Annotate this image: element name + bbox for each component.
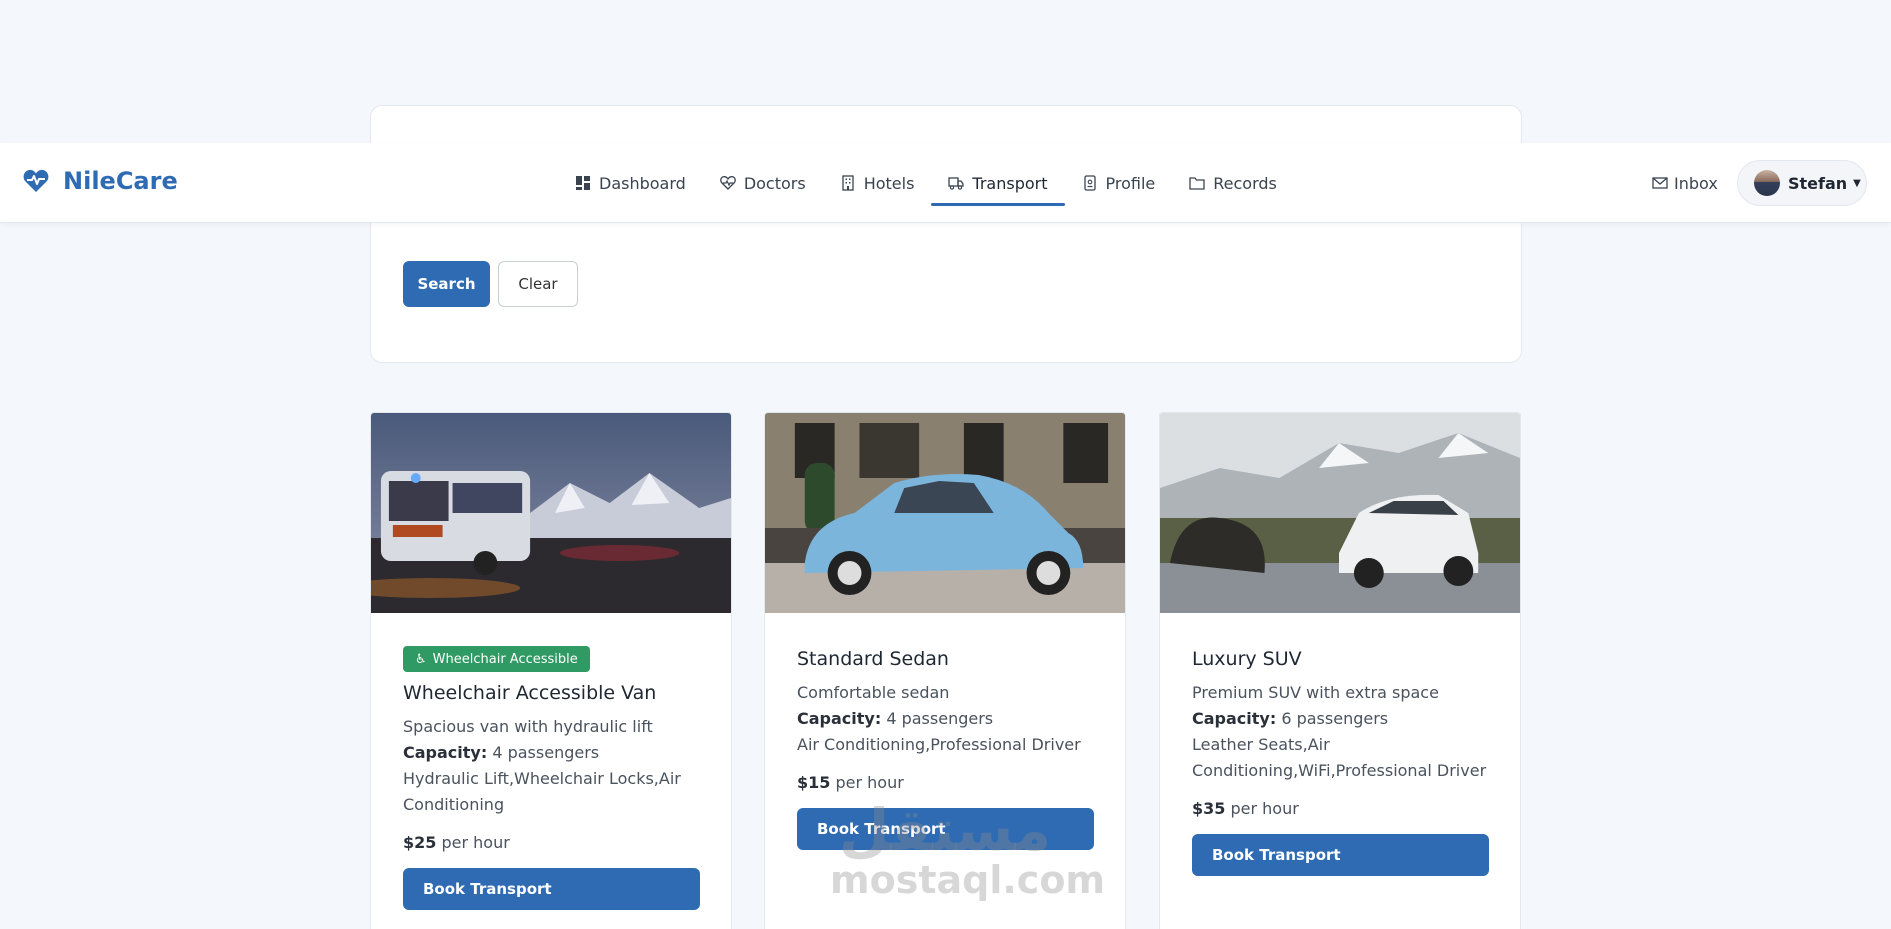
- vehicle-title: Standard Sedan: [797, 648, 949, 670]
- vehicle-image: [765, 413, 1125, 613]
- nav-item-records[interactable]: Records: [1172, 143, 1294, 223]
- card-body: ♿ Wheelchair Accessible Wheelchair Acces…: [403, 646, 700, 910]
- caret-down-icon: ▼: [1853, 177, 1861, 189]
- envelope-icon: [1652, 177, 1668, 189]
- navbar: NileCare Dashboard Doctors Hotels Transp…: [0, 143, 1891, 223]
- price-value: $25: [403, 833, 437, 852]
- vehicle-image: [1160, 413, 1520, 613]
- capacity-value: 4 passengers: [492, 743, 600, 762]
- vehicle-title: Luxury SUV: [1192, 648, 1302, 670]
- heart-pulse-icon: [719, 176, 736, 190]
- vehicle-features: Hydraulic Lift,Wheelchair Locks,Air Cond…: [403, 769, 681, 814]
- wheelchair-badge: ♿ Wheelchair Accessible: [403, 646, 590, 672]
- price-value: $35: [1192, 799, 1226, 818]
- dashboard-icon: [576, 176, 590, 190]
- capacity-label: Capacity:: [1192, 709, 1277, 728]
- capacity-label: Capacity:: [797, 709, 882, 728]
- vehicle-capacity: Capacity: 4 passengers: [403, 740, 699, 766]
- brand-logo[interactable]: NileCare: [23, 167, 178, 195]
- id-badge-icon: [1083, 175, 1096, 191]
- wheelchair-icon: ♿: [415, 651, 427, 667]
- nav-label: Transport: [972, 173, 1048, 193]
- user-menu[interactable]: Stefan ▼: [1737, 160, 1867, 206]
- book-transport-button[interactable]: Book Transport: [403, 868, 700, 910]
- search-button[interactable]: Search: [403, 261, 490, 307]
- nav-item-doctors[interactable]: Doctors: [703, 143, 823, 223]
- user-name: Stefan: [1788, 173, 1848, 193]
- nav-label: Records: [1213, 173, 1277, 193]
- vehicle-description: Spacious van with hydraulic lift: [403, 717, 653, 736]
- vehicle-title: Wheelchair Accessible Van: [403, 682, 657, 704]
- card-body: Luxury SUV Premium SUV with extra space …: [1192, 646, 1489, 876]
- book-transport-button[interactable]: Book Transport: [797, 808, 1094, 850]
- vehicle-description: Comfortable sedan: [797, 683, 950, 702]
- nav-label: Hotels: [863, 173, 915, 193]
- capacity-value: 4 passengers: [886, 709, 994, 728]
- capacity-label: Capacity:: [403, 743, 488, 762]
- nav-item-hotels[interactable]: Hotels: [823, 143, 932, 223]
- inbox-link[interactable]: Inbox: [1652, 143, 1718, 223]
- nav-item-transport[interactable]: Transport: [931, 143, 1065, 223]
- vehicle-card: Luxury SUV Premium SUV with extra space …: [1159, 412, 1521, 929]
- vehicle-image: [371, 413, 731, 613]
- nav-links: Dashboard Doctors Hotels Transport Profi…: [558, 143, 1294, 223]
- price-unit: per hour: [835, 773, 904, 792]
- vehicle-card: Standard Sedan Comfortable sedan Capacit…: [764, 412, 1126, 929]
- truck-icon: [948, 177, 965, 190]
- book-transport-button[interactable]: Book Transport: [1192, 834, 1489, 876]
- nav-item-dashboard[interactable]: Dashboard: [558, 143, 703, 223]
- vehicle-capacity: Capacity: 4 passengers: [797, 706, 1093, 732]
- vehicle-price: $25 per hour: [403, 833, 699, 852]
- nav-item-profile[interactable]: Profile: [1065, 143, 1173, 223]
- heart-pulse-logo-icon: [23, 169, 49, 192]
- price-unit: per hour: [1230, 799, 1299, 818]
- avatar: [1754, 170, 1780, 196]
- nav-label: Profile: [1105, 173, 1156, 193]
- nav-label: Dashboard: [599, 173, 686, 193]
- price-unit: per hour: [441, 833, 510, 852]
- building-icon: [842, 175, 854, 191]
- brand-name: NileCare: [63, 167, 178, 195]
- vehicle-price: $35 per hour: [1192, 799, 1488, 818]
- price-value: $15: [797, 773, 831, 792]
- folder-icon: [1189, 177, 1205, 190]
- clear-button[interactable]: Clear: [498, 261, 578, 307]
- card-body: Standard Sedan Comfortable sedan Capacit…: [797, 646, 1094, 850]
- badge-label: Wheelchair Accessible: [432, 651, 578, 667]
- vehicle-card: ♿ Wheelchair Accessible Wheelchair Acces…: [370, 412, 732, 929]
- vehicle-capacity: Capacity: 6 passengers: [1192, 706, 1488, 732]
- nav-label: Doctors: [743, 173, 806, 193]
- vehicle-price: $15 per hour: [797, 773, 1093, 792]
- inbox-label: Inbox: [1674, 173, 1718, 193]
- vehicle-description: Premium SUV with extra space: [1192, 683, 1439, 702]
- vehicle-features: Air Conditioning,Professional Driver: [797, 735, 1081, 754]
- capacity-value: 6 passengers: [1281, 709, 1389, 728]
- vehicle-features: Leather Seats,Air Conditioning,WiFi,Prof…: [1192, 735, 1487, 780]
